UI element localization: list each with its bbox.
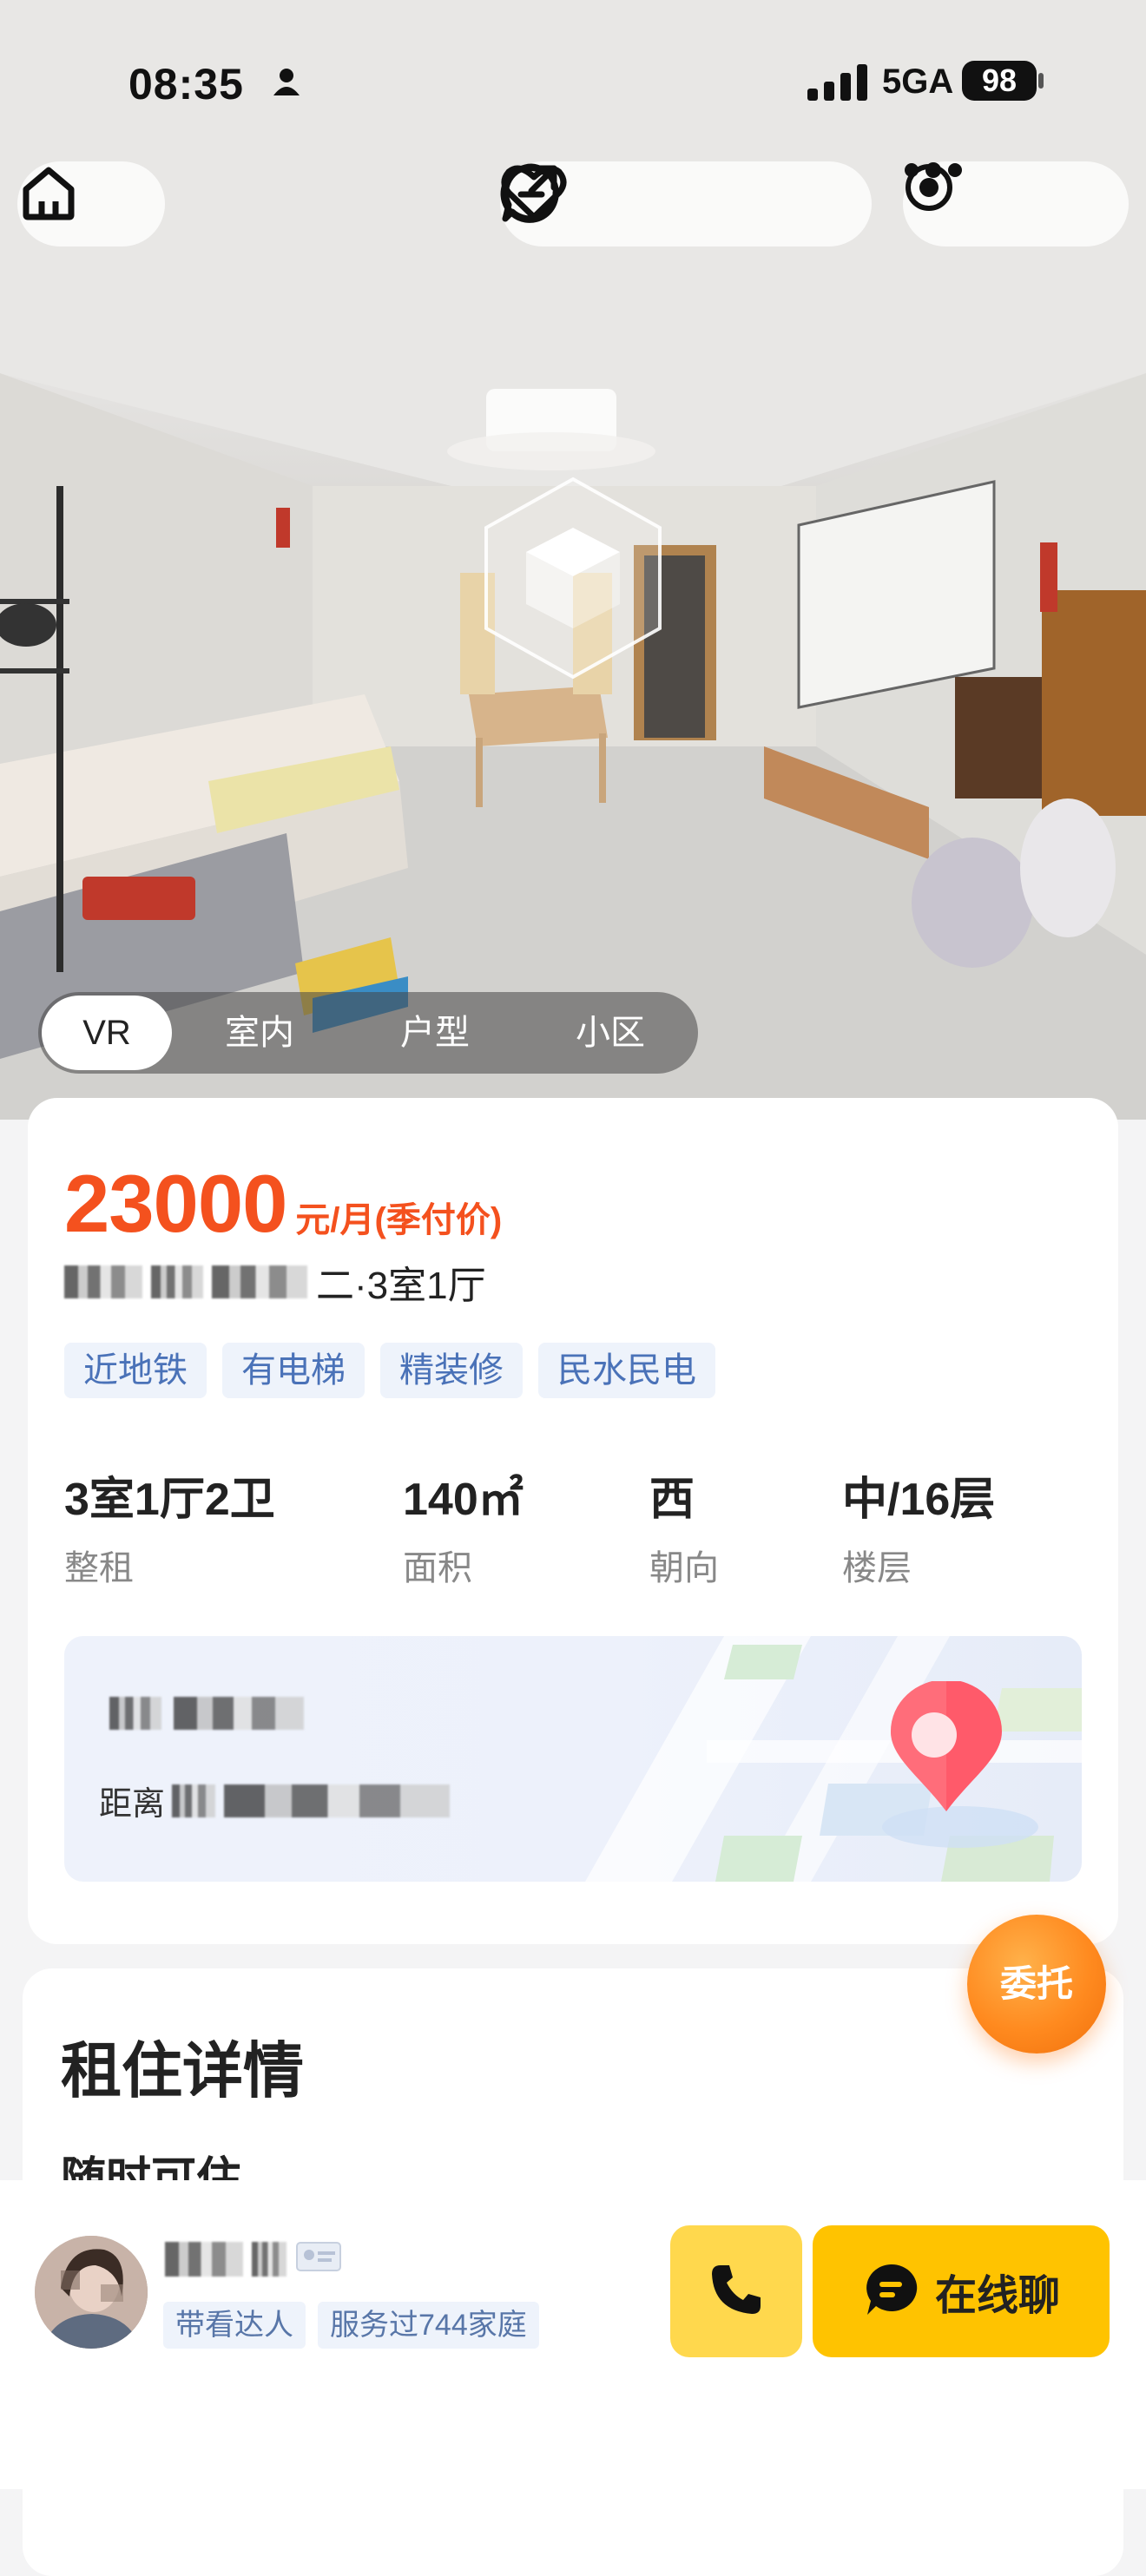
- agent-tag-served: 服务过744家庭: [318, 2302, 539, 2349]
- stat-value: 140㎡: [403, 1475, 524, 1525]
- agent-name-redacted: [165, 2239, 342, 2278]
- stat-value: 西: [649, 1475, 695, 1525]
- network-label: 5GA: [882, 62, 954, 101]
- location-map[interactable]: 距离: [64, 1636, 1082, 1882]
- redacted-text: [174, 1697, 305, 1730]
- chat-bubble-icon: [862, 2261, 919, 2323]
- agent-tags: 带看达人 服务过744家庭: [163, 2302, 539, 2349]
- battery-level: 98: [962, 61, 1037, 101]
- online-chat-button[interactable]: 在线聊: [813, 2225, 1110, 2357]
- stat-label: 整租: [64, 1549, 134, 1587]
- media-tabs: VR 室内 户型 小区: [38, 992, 698, 1074]
- listing-title: 二·3室1厅: [64, 1254, 486, 1310]
- battery-tip: [1038, 73, 1044, 89]
- tab-community[interactable]: 小区: [523, 992, 698, 1074]
- call-button[interactable]: [670, 2225, 802, 2357]
- redacted-text: [224, 1784, 451, 1817]
- stat-label: 朝向: [649, 1549, 719, 1587]
- mini-program-pill: [903, 161, 1129, 246]
- stat-area: 140㎡ 面积: [403, 1462, 524, 1590]
- stat-layout: 3室1厅2卫 整租: [64, 1462, 275, 1590]
- bottom-action-bar: 带看达人 服务过744家庭 在线聊: [0, 2180, 1146, 2489]
- redacted-text: [151, 1265, 203, 1298]
- tag-subway: 近地铁: [64, 1343, 207, 1398]
- stat-label: 面积: [403, 1549, 472, 1587]
- distance-line: 距离: [99, 1777, 458, 1824]
- tab-vr[interactable]: VR: [42, 996, 172, 1070]
- phone-icon: [708, 2262, 764, 2322]
- tab-floorplan[interactable]: 户型: [347, 992, 523, 1074]
- close-mini-button[interactable]: [906, 164, 1107, 243]
- status-time: 08:35: [128, 60, 244, 108]
- action-pill: [500, 161, 872, 246]
- tag-utilities: 民水民电: [538, 1343, 715, 1398]
- redacted-text: [165, 2241, 243, 2277]
- tag-elevator: 有电梯: [222, 1343, 365, 1398]
- price-block: 23000 元/月(季付价): [64, 1157, 502, 1251]
- stat-value: 3室1厅2卫: [64, 1475, 275, 1525]
- home-button[interactable]: [17, 161, 165, 246]
- id-card-icon: [295, 2239, 342, 2278]
- tab-indoor[interactable]: 室内: [172, 992, 347, 1074]
- stat-orientation: 西 朝向: [649, 1462, 719, 1590]
- feature-tags: 近地铁 有电梯 精装修 民水民电: [64, 1343, 715, 1398]
- price-value: 23000: [64, 1158, 287, 1249]
- redacted-text: [252, 2241, 286, 2277]
- avatar[interactable]: [35, 2236, 148, 2349]
- rental-details-title: 租住详情: [61, 2037, 304, 2105]
- chat-label: 在线聊: [934, 2273, 1060, 2319]
- vr-photo-viewer[interactable]: 08:35 5GA 98 VR 室内 户型 小区: [0, 0, 1146, 1120]
- distance-prefix: 距离: [99, 1786, 166, 1823]
- map-pin-icon: [886, 1679, 1007, 1824]
- stat-value: 中/16层: [842, 1475, 996, 1525]
- message-button[interactable]: [502, 163, 837, 243]
- agent-tag-guide: 带看达人: [163, 2302, 306, 2349]
- listing-title-suffix: 二·3室1厅: [316, 1265, 486, 1307]
- stat-label: 楼层: [842, 1549, 912, 1587]
- delegate-button[interactable]: 委托: [967, 1915, 1106, 2054]
- share-button[interactable]: [500, 164, 725, 243]
- tag-renovated: 精装修: [380, 1343, 523, 1398]
- redacted-text: [64, 1265, 142, 1298]
- stat-floor: 中/16层 楼层: [842, 1462, 995, 1590]
- redacted-text: [212, 1265, 307, 1298]
- community-name-redacted: [109, 1697, 313, 1734]
- listing-card: 23000 元/月(季付价) 二·3室1厅 近地铁 有电梯 精装修 民水民电 3…: [28, 1098, 1118, 1944]
- redacted-text: [109, 1697, 161, 1730]
- price-unit: 元/月(季付价): [295, 1201, 503, 1239]
- redacted-text: [172, 1784, 216, 1817]
